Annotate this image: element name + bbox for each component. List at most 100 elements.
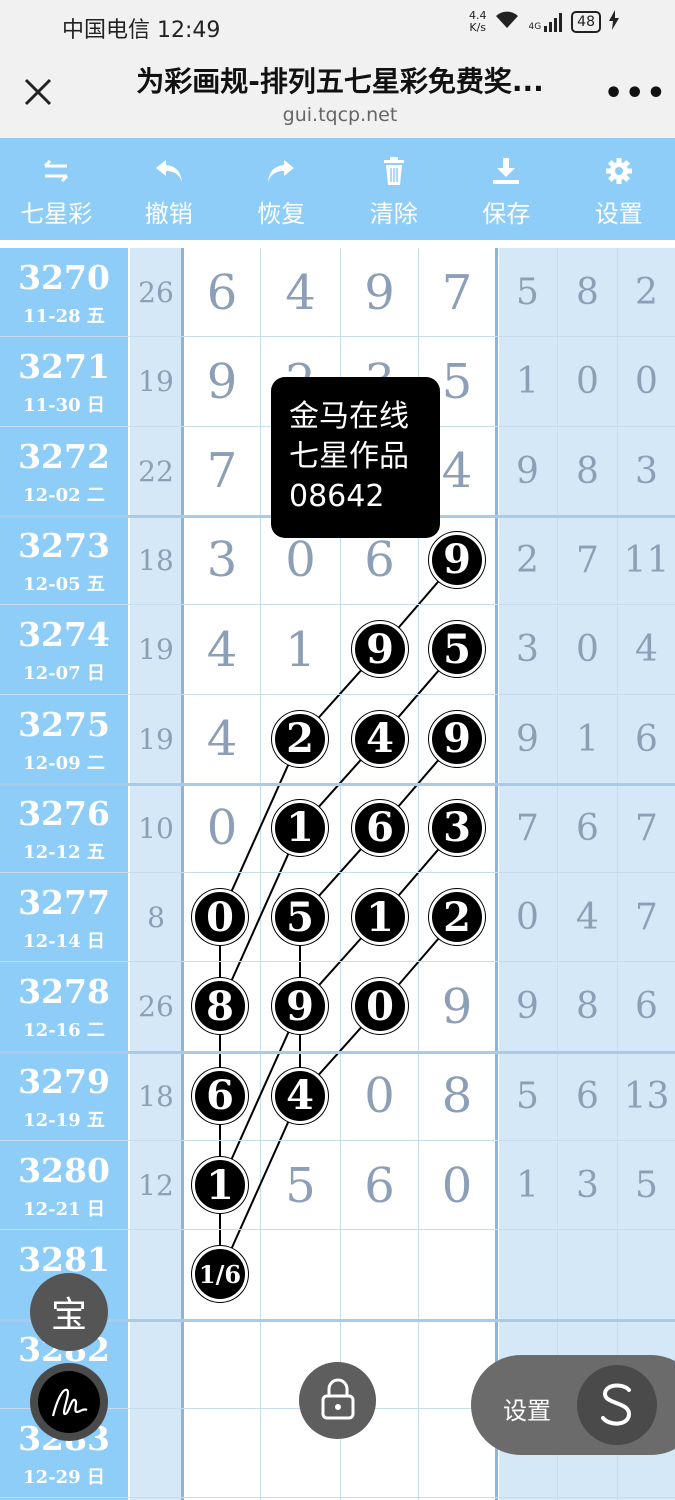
digit-cell[interactable]: 1 <box>261 605 340 694</box>
digit-cell[interactable]: 9 <box>419 962 495 1051</box>
digit-cell[interactable] <box>261 1230 340 1319</box>
digit-cell[interactable] <box>419 695 495 784</box>
period-date: 12-16 二 <box>23 1020 105 1042</box>
digit-cell[interactable] <box>341 605 418 694</box>
extra-digit-cell: 8 <box>576 986 599 1028</box>
digit-cell[interactable] <box>419 784 495 873</box>
extra-digit-cell: 1 <box>576 718 599 760</box>
digit-cell[interactable]: 5 <box>261 1141 340 1230</box>
period-number: 3277 <box>18 883 110 923</box>
extra-digit-cell: 7 <box>635 807 658 849</box>
digit-cell[interactable]: 4 <box>184 605 260 694</box>
period-cell: 3275 12-09 二 <box>0 695 128 784</box>
digit-cell[interactable] <box>341 873 418 962</box>
sum-cell: 18 <box>138 543 174 577</box>
digit-cell[interactable] <box>341 784 418 873</box>
lock-button[interactable] <box>299 1362 376 1439</box>
more-menu-icon[interactable]: ••• <box>604 76 668 111</box>
extra-digit-cell: 6 <box>635 986 658 1028</box>
extra-digit-cell: 9 <box>516 450 539 492</box>
digit-cell[interactable]: 0 <box>419 1141 495 1230</box>
digit-cell[interactable] <box>184 1141 260 1230</box>
redo-icon <box>225 156 338 186</box>
digit-cell[interactable] <box>184 1320 260 1409</box>
wifi-icon <box>494 10 520 34</box>
digit-cell[interactable] <box>184 962 260 1051</box>
digit-cell[interactable] <box>419 1230 495 1319</box>
digit-cell[interactable] <box>419 873 495 962</box>
digit-cell[interactable] <box>261 695 340 784</box>
extra-digit-cell: 1 <box>516 1165 539 1206</box>
digit-cell[interactable] <box>184 1230 260 1319</box>
close-icon[interactable] <box>22 76 54 108</box>
digit-cell[interactable] <box>341 962 418 1051</box>
floating-settings-label: 设置 <box>503 1397 551 1425</box>
digit-cell[interactable]: 6 <box>341 1141 418 1230</box>
sum-cell <box>130 1409 182 1498</box>
s-logo-icon[interactable] <box>577 1365 657 1445</box>
digit-cell[interactable]: 7 <box>184 427 260 516</box>
period-date: 12-07 日 <box>23 663 105 685</box>
extra-digit-cell: 0 <box>576 629 599 671</box>
digit-cell[interactable] <box>419 605 495 694</box>
digit-cell[interactable]: 9 <box>184 337 260 426</box>
digit-cell[interactable] <box>261 962 340 1051</box>
extra-digit-cell: 4 <box>635 629 658 671</box>
extra-digit-cell: 3 <box>576 1165 599 1206</box>
period-number: 3274 <box>18 615 110 655</box>
period-number: 3270 <box>18 258 110 297</box>
extra-digit-cell: 2 <box>516 539 539 581</box>
sum-cell: 18 <box>138 1079 174 1113</box>
title-bar: 为彩画规-排列五七星彩免费奖... gui.tqcp.net ••• <box>0 50 675 138</box>
digit-cell[interactable] <box>341 695 418 784</box>
digit-cell[interactable]: 6 <box>184 248 260 337</box>
digit-cell[interactable] <box>184 873 260 962</box>
digit-cell[interactable]: 4 <box>261 248 340 337</box>
extra-digit-cell: 7 <box>576 539 599 581</box>
extra-digit-cell: 7 <box>635 897 658 939</box>
period-date: 12-09 二 <box>23 752 105 774</box>
lottery-switch-button[interactable]: 七星彩 <box>0 138 113 240</box>
digit-cell[interactable] <box>184 1052 260 1141</box>
period-date: 12-21 日 <box>23 1199 105 1220</box>
extra-digit-cell: 0 <box>635 361 658 403</box>
extra-digit-cell: 0 <box>516 897 539 939</box>
digit-cell[interactable] <box>261 1052 340 1141</box>
period-date: 12-29 日 <box>23 1466 105 1488</box>
period-cell: 3280 12-21 日 <box>0 1141 128 1230</box>
page-url: gui.tqcp.net <box>282 104 398 126</box>
charging-icon <box>609 10 619 34</box>
digit-cell[interactable] <box>261 784 340 873</box>
clear-button[interactable]: 清除 <box>338 138 451 240</box>
period-number: 3275 <box>18 704 110 744</box>
digit-cell[interactable] <box>184 1409 260 1498</box>
sum-cell: 19 <box>138 633 174 667</box>
digit-cell[interactable]: 9 <box>341 248 418 337</box>
extra-digit-cell: 6 <box>576 807 599 849</box>
toolbar: 七星彩 撤销 恢复 清除 保存 设置 <box>0 138 675 240</box>
digit-cell[interactable]: 0 <box>184 784 260 873</box>
period-date: 12-12 五 <box>23 841 105 863</box>
digit-cell[interactable]: 3 <box>184 516 260 605</box>
digit-cell[interactable]: 4 <box>184 695 260 784</box>
digit-cell[interactable]: 0 <box>341 1052 418 1141</box>
status-bar: 中国电信 12:49 4.4 K/s 4G 48 <box>0 0 675 50</box>
download-icon <box>450 156 563 186</box>
network-speed: 4.4 K/s <box>468 9 487 34</box>
signature-button[interactable] <box>30 1363 108 1441</box>
extra-digit-cell: 13 <box>623 1075 670 1117</box>
redo-button[interactable]: 恢复 <box>225 138 338 240</box>
settings-button[interactable]: 设置 <box>563 138 675 240</box>
floating-settings-panel[interactable]: 设置 <box>471 1355 675 1455</box>
undo-button[interactable]: 撤销 <box>113 138 226 240</box>
save-button[interactable]: 保存 <box>450 138 563 240</box>
treasure-button[interactable]: 宝 <box>30 1273 108 1351</box>
period-number: 3280 <box>18 1151 110 1190</box>
digit-cell[interactable] <box>341 1230 418 1319</box>
sum-cell <box>130 1320 182 1409</box>
digit-cell[interactable]: 8 <box>419 1052 495 1141</box>
digit-cell[interactable]: 7 <box>419 248 495 337</box>
digit-cell[interactable] <box>261 873 340 962</box>
period-number: 3273 <box>18 525 110 565</box>
extra-digit-cell <box>498 1230 557 1319</box>
